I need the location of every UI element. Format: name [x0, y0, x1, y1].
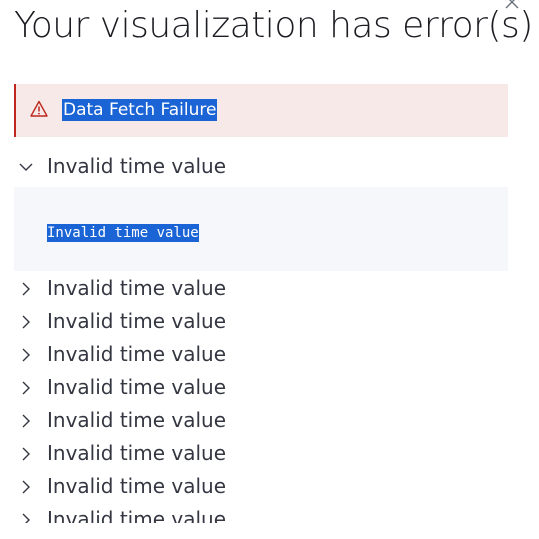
error-accordion-label: Invalid time value: [47, 309, 227, 333]
chevron-right-icon: [22, 348, 30, 362]
chevron-down-icon: [19, 163, 33, 171]
callout-title: Data Fetch Failure: [62, 99, 218, 121]
error-accordion-label: Invalid time value: [47, 474, 227, 498]
chevron-right-icon: [22, 282, 30, 296]
chevron-right-icon: [22, 447, 30, 461]
error-detail-panel: Invalid time value: [14, 187, 508, 271]
chevron-right-icon: [22, 414, 30, 428]
error-accordion-label: Invalid time value: [47, 154, 227, 178]
error-accordion-label: Invalid time value: [47, 441, 227, 465]
chevron-right-icon: [22, 381, 30, 395]
error-accordion-collapsed[interactable]: Invalid time value: [14, 275, 514, 301]
error-accordion-label: Invalid time value: [47, 507, 227, 523]
warning-icon: [30, 100, 48, 117]
chevron-right-icon: [22, 513, 30, 523]
error-detail-code: Invalid time value: [47, 224, 199, 242]
error-accordion-collapsed[interactable]: Invalid time value: [14, 440, 514, 466]
error-callout: Data Fetch Failure: [14, 84, 508, 137]
error-accordion-label: Invalid time value: [47, 276, 227, 300]
error-accordion-collapsed[interactable]: Invalid time value: [14, 407, 514, 433]
error-accordion-collapsed[interactable]: Invalid time value: [14, 473, 514, 499]
error-accordion-label: Invalid time value: [47, 375, 227, 399]
error-accordion-collapsed[interactable]: Invalid time value: [14, 341, 514, 367]
error-accordion-expanded[interactable]: Invalid time value: [14, 153, 514, 179]
chevron-right-icon: [22, 315, 30, 329]
error-accordion-collapsed[interactable]: Invalid time value: [14, 506, 514, 523]
error-accordion-label: Invalid time value: [47, 342, 227, 366]
error-list: Data Fetch Failure Invalid time value In…: [0, 0, 539, 523]
error-accordion-label: Invalid time value: [47, 408, 227, 432]
error-accordion-collapsed[interactable]: Invalid time value: [14, 374, 514, 400]
error-accordion-collapsed[interactable]: Invalid time value: [14, 308, 514, 334]
chevron-right-icon: [22, 480, 30, 494]
error-modal: Your visualization has error(s) Data Fet…: [0, 0, 539, 539]
